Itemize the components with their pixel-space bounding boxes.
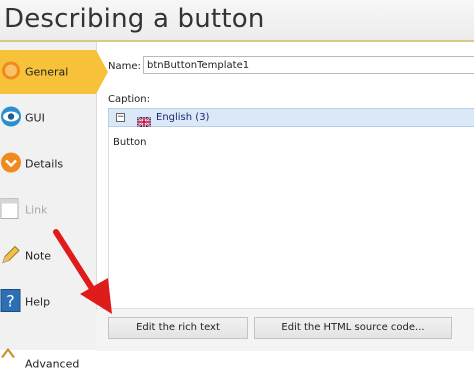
language-group-header[interactable]: − English (3) xyxy=(108,108,474,128)
pencil-icon xyxy=(0,244,22,269)
sidebar-item-label: Help xyxy=(25,295,51,309)
caption-label: Caption: xyxy=(108,94,150,105)
sidebar-item-label: General xyxy=(25,65,69,79)
sidebar-item-label: Link xyxy=(25,203,48,217)
annotation-arrow-icon xyxy=(53,229,112,314)
button-bar: Edit the rich text Edit the HTML source … xyxy=(96,308,474,351)
sidebar-item-label: Advanced xyxy=(25,357,80,371)
general-icon xyxy=(0,60,22,85)
sidebar-item-gui[interactable]: GUI xyxy=(0,96,96,140)
link-icon xyxy=(0,198,20,223)
collapse-icon[interactable]: − xyxy=(116,113,125,122)
advanced-icon xyxy=(0,346,20,363)
caption-value: Button xyxy=(113,137,147,148)
general-panel: Name: Caption: − English (3) Button Edit… xyxy=(96,42,474,351)
caption-editor[interactable]: Button xyxy=(108,127,474,307)
language-label: English (3) xyxy=(156,112,210,123)
edit-rich-text-button[interactable]: Edit the rich text xyxy=(108,317,248,339)
details-icon xyxy=(0,152,22,177)
svg-text:?: ? xyxy=(6,292,15,311)
sidebar-item-advanced[interactable]: Advanced xyxy=(0,326,96,371)
title-bar: Describing a button xyxy=(0,0,474,40)
sidebar-item-details[interactable]: Details xyxy=(0,142,96,186)
sidebar-item-general[interactable]: General xyxy=(0,50,108,94)
sidebar-item-link: Link xyxy=(0,188,96,232)
window-title: Describing a button xyxy=(4,4,265,34)
edit-html-source-button[interactable]: Edit the HTML source code... xyxy=(254,317,452,339)
sidebar-item-label: Note xyxy=(25,249,52,263)
eye-icon xyxy=(0,106,22,131)
sidebar-item-label: Details xyxy=(25,157,64,171)
sidebar-item-label: GUI xyxy=(25,111,45,125)
help-icon: ? xyxy=(0,289,22,316)
name-field[interactable] xyxy=(143,56,474,74)
name-label: Name: xyxy=(108,61,141,72)
